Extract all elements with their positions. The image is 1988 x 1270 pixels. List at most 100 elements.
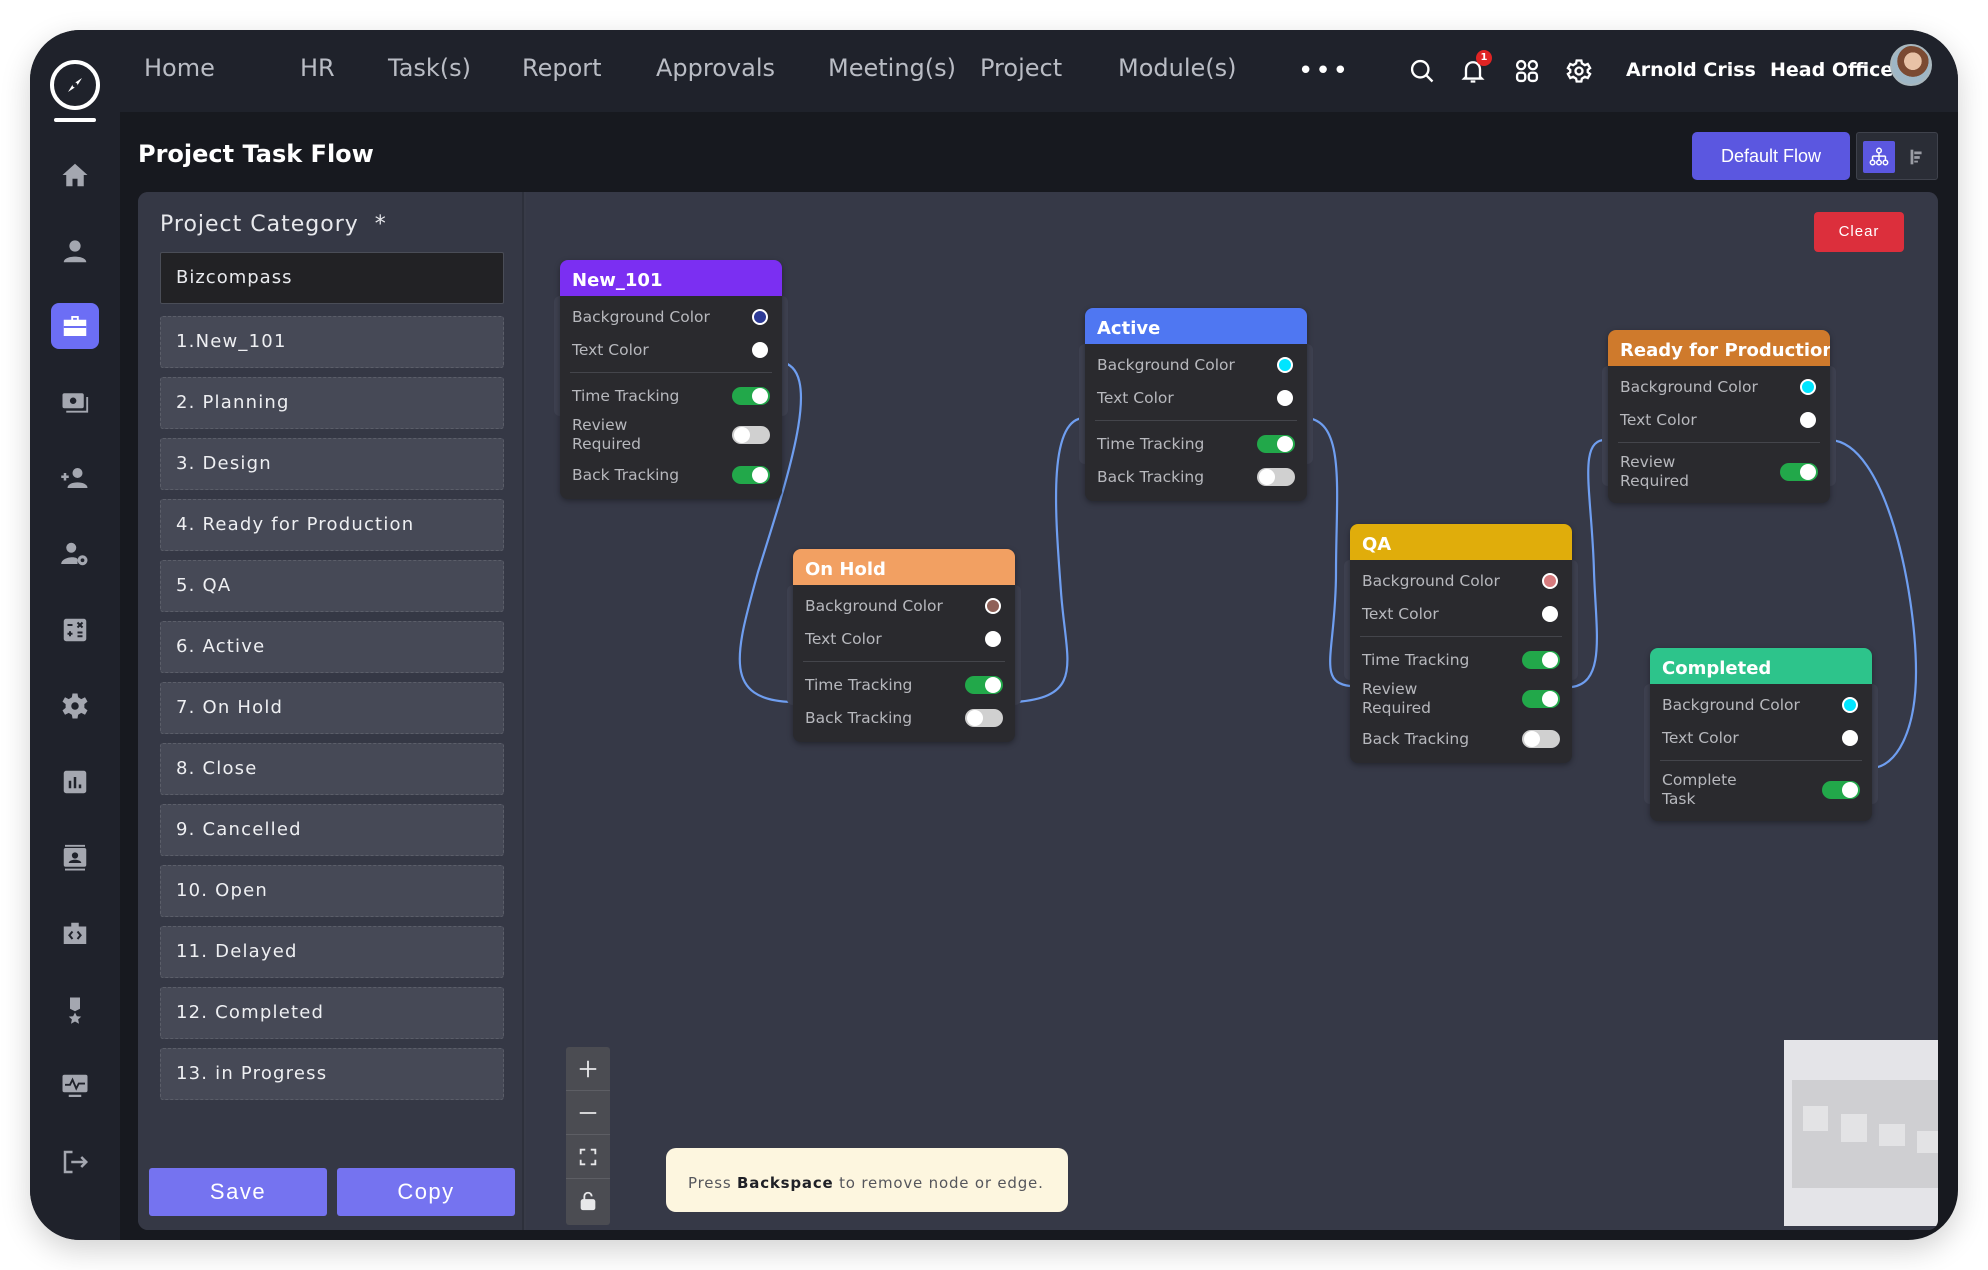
text-color-row: Text Color	[793, 622, 1015, 655]
category-status-item[interactable]: 7. On Hold	[160, 682, 504, 734]
sidebar-item-reports[interactable]	[51, 759, 99, 805]
branch-name[interactable]: Head Office	[1770, 59, 1893, 81]
minimap[interactable]	[1784, 1040, 1938, 1226]
nav-report[interactable]: Report	[522, 54, 602, 82]
toggle-switch[interactable]	[1780, 463, 1818, 481]
search-button[interactable]	[1405, 54, 1439, 88]
notifications-button[interactable]: 1	[1456, 50, 1492, 88]
compass-icon[interactable]	[50, 60, 100, 110]
flow-node-ready[interactable]: Ready for Production Background Color Text…	[1608, 330, 1830, 503]
nav-approvals[interactable]: Approvals	[656, 54, 775, 82]
text-color-swatch[interactable]	[985, 630, 1001, 647]
calculator-icon	[63, 618, 87, 642]
background-color-swatch[interactable]	[1277, 356, 1293, 373]
zoom-out-button[interactable]	[566, 1091, 610, 1135]
clear-button[interactable]: Clear	[1814, 212, 1904, 252]
default-flow-button[interactable]: Default Flow	[1692, 132, 1850, 180]
flow-node-new101[interactable]: New_101 Background Color Text Color Time Tr…	[560, 260, 782, 499]
category-status-item[interactable]: 8. Close	[160, 743, 504, 795]
flow-edge[interactable]	[1014, 416, 1086, 704]
text-color-label: Text Color	[1620, 410, 1697, 429]
background-color-swatch[interactable]	[1800, 378, 1816, 395]
toggle-switch[interactable]	[732, 465, 770, 484]
sidebar-item-calculator[interactable]	[51, 607, 99, 653]
sidebar-item-home[interactable]	[51, 152, 99, 198]
toggle-switch[interactable]	[1257, 434, 1295, 453]
toggle-label: Back Tracking	[572, 465, 680, 484]
toggle-switch[interactable]	[732, 386, 770, 405]
toggle-switch[interactable]	[1522, 690, 1560, 708]
background-color-swatch[interactable]	[985, 597, 1001, 614]
flow-node-active[interactable]: Active Background Color Text Color Time Tra…	[1085, 308, 1307, 501]
category-status-item[interactable]: 11. Delayed	[160, 926, 504, 978]
apps-button[interactable]	[1510, 54, 1544, 88]
nav-hr[interactable]: HR	[300, 54, 335, 82]
sidebar-item-contacts[interactable]	[51, 835, 99, 881]
category-status-item[interactable]: 2. Planning	[160, 377, 504, 429]
text-color-row: Text Color	[1085, 381, 1307, 414]
project-category-select[interactable]: Bizcompass	[160, 252, 504, 304]
sidebar-item-payroll[interactable]	[51, 379, 99, 425]
toggle-switch[interactable]	[1257, 467, 1295, 486]
toggle-switch[interactable]	[1522, 729, 1560, 748]
toggle-switch[interactable]	[965, 708, 1003, 727]
nav-tasks[interactable]: Task(s)	[388, 54, 471, 82]
background-color-swatch[interactable]	[1542, 572, 1558, 589]
sidebar-item-development[interactable]	[51, 911, 99, 957]
save-button[interactable]: Save	[149, 1168, 327, 1216]
text-color-row: Text Color	[1650, 721, 1872, 754]
category-status-item[interactable]: 3. Design	[160, 438, 504, 490]
sidebar-item-settings[interactable]	[51, 683, 99, 729]
text-color-swatch[interactable]	[1542, 605, 1558, 622]
sidebar-item-projects[interactable]	[51, 303, 99, 349]
toggle-switch[interactable]	[1822, 781, 1860, 799]
flow-canvas[interactable]: Clear New_101 Background Color Text Color T…	[526, 192, 1938, 1230]
toggle-switch[interactable]	[732, 426, 770, 444]
lock-button[interactable]	[566, 1179, 610, 1223]
flow-node-completed[interactable]: Completed Background Color Text Color Compl…	[1650, 648, 1872, 821]
text-color-label: Text Color	[1097, 388, 1174, 407]
copy-button[interactable]: Copy	[337, 1168, 515, 1216]
list-view-button[interactable]	[1901, 141, 1933, 173]
text-color-swatch[interactable]	[1842, 729, 1858, 746]
sidebar-item-user[interactable]	[51, 228, 99, 274]
category-status-item[interactable]: 13. in Progress	[160, 1048, 504, 1100]
avatar[interactable]	[1890, 44, 1932, 86]
zoom-in-button[interactable]	[566, 1047, 610, 1091]
settings-button[interactable]	[1562, 54, 1596, 88]
sidebar-item-monitoring[interactable]	[51, 1063, 99, 1109]
category-status-item[interactable]: 12. Completed	[160, 987, 504, 1039]
category-status-item[interactable]: 9. Cancelled	[160, 804, 504, 856]
nav-modules[interactable]: Module(s)	[1118, 54, 1237, 82]
user-name[interactable]: Arnold Criss	[1626, 59, 1756, 81]
flow-node-qa[interactable]: QA Background Color Text Color Time Trackin…	[1350, 524, 1572, 763]
more-horizontal-icon[interactable]: •••	[1298, 56, 1350, 86]
nav-project[interactable]: Project	[980, 54, 1062, 82]
hint-suffix: to remove node or edge.	[833, 1174, 1044, 1192]
toggle-switch[interactable]	[1522, 650, 1560, 669]
text-color-swatch[interactable]	[752, 341, 768, 358]
background-color-swatch[interactable]	[752, 308, 768, 325]
toggle-row: Review Required	[1608, 449, 1830, 495]
text-color-swatch[interactable]	[1277, 389, 1293, 406]
flow-node-onhold[interactable]: On Hold Background Color Text Color Time Tr…	[793, 549, 1015, 742]
category-status-item[interactable]: 1.New_101	[160, 316, 504, 368]
sidebar-item-logout[interactable]	[51, 1139, 99, 1185]
nav-meetings[interactable]: Meeting(s)	[828, 54, 956, 82]
sidebar-item-awards[interactable]	[51, 987, 99, 1033]
toggle-switch[interactable]	[965, 675, 1003, 694]
minimap-viewport[interactable]	[1792, 1080, 1938, 1188]
nav-home[interactable]: Home	[144, 54, 215, 82]
category-status-item[interactable]: 10. Open	[160, 865, 504, 917]
sidebar-item-add-user[interactable]	[51, 455, 99, 501]
category-status-item[interactable]: 6. Active	[160, 621, 504, 673]
background-color-swatch[interactable]	[1842, 696, 1858, 713]
category-status-item[interactable]: 5. QA	[160, 560, 504, 612]
category-status-item[interactable]: 4. Ready for Production	[160, 499, 504, 551]
contact-card-icon	[63, 844, 87, 871]
flow-view-button[interactable]	[1863, 141, 1895, 173]
text-color-swatch[interactable]	[1800, 411, 1816, 428]
gear-icon	[62, 693, 88, 719]
fit-view-button[interactable]	[566, 1135, 610, 1179]
sidebar-item-user-settings[interactable]	[51, 531, 99, 577]
